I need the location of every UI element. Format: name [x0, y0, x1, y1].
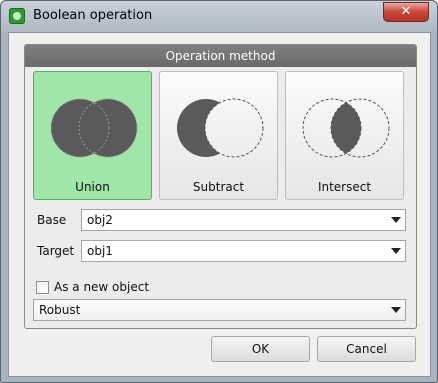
- app-icon: [9, 8, 25, 24]
- subtract-icon: [177, 98, 264, 158]
- intersect-icon: [302, 98, 390, 158]
- subtract-label: Subtract: [192, 180, 245, 194]
- chevron-down-icon: [391, 307, 401, 313]
- mode-value: Robust: [39, 303, 81, 317]
- close-button[interactable]: ✕: [383, 2, 429, 22]
- intersect-label: Intersect: [317, 180, 372, 194]
- cancel-button[interactable]: Cancel: [317, 336, 416, 362]
- target-label: Target: [37, 244, 75, 258]
- union-label: Union: [75, 180, 110, 194]
- base-select[interactable]: obj2: [81, 209, 406, 231]
- ok-button[interactable]: OK: [211, 336, 310, 362]
- dialog-body: Operation method Union Subtract Intersec…: [8, 32, 431, 377]
- base-label: Base: [37, 213, 67, 227]
- target-select[interactable]: obj1: [81, 240, 406, 262]
- subtract-button[interactable]: Subtract: [159, 71, 278, 200]
- title-bar[interactable]: Boolean operation ✕: [1, 1, 437, 32]
- chevron-down-icon: [391, 248, 401, 254]
- mode-select[interactable]: Robust: [33, 299, 406, 321]
- operation-method-group: Operation method Union Subtract Intersec…: [24, 44, 417, 329]
- group-title: Operation method: [25, 45, 416, 67]
- close-icon: ✕: [400, 4, 412, 19]
- as-new-object-checkbox[interactable]: [36, 281, 49, 294]
- chevron-down-icon: [391, 217, 401, 223]
- base-value: obj2: [87, 213, 113, 227]
- union-icon: [50, 98, 138, 158]
- dialog-window: Boolean operation ✕ Operation method Uni…: [0, 0, 438, 383]
- target-value: obj1: [87, 244, 113, 258]
- window-title: Boolean operation: [33, 8, 153, 23]
- as-new-object-label[interactable]: As a new object: [54, 280, 149, 294]
- union-button[interactable]: Union: [33, 71, 152, 200]
- intersect-button[interactable]: Intersect: [285, 71, 404, 200]
